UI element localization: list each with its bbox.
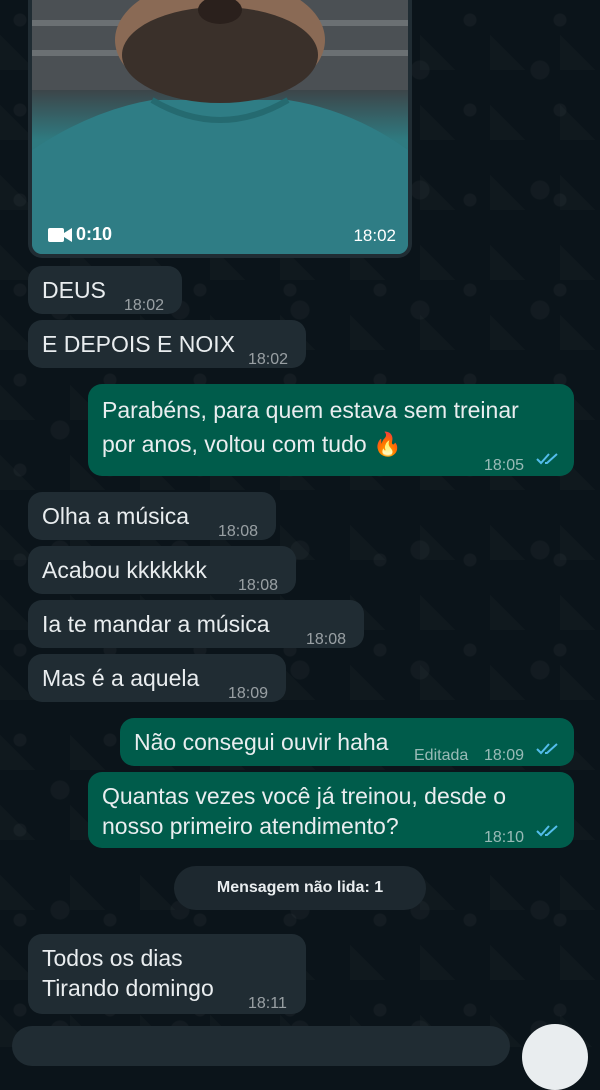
message-text: E DEPOIS E NOIX	[42, 331, 235, 357]
message-text-line1: Quantas vezes você já treinou, desde o	[102, 783, 507, 809]
incoming-message[interactable]: Todos os dias Tirando domingo 18:11	[28, 934, 306, 1014]
message-text: Não consegui ouvir haha	[134, 729, 389, 755]
message-text-line2: por anos, voltou com tudo 🔥	[102, 431, 402, 457]
message-time: 18:11	[248, 995, 287, 1012]
message-time: 18:08	[238, 577, 279, 594]
message-time: 18:09	[484, 747, 525, 764]
outgoing-message[interactable]: Quantas vezes você já treinou, desde o n…	[88, 772, 574, 848]
message-input-bar[interactable]	[12, 1026, 510, 1066]
message-text: Ia te mandar a música	[42, 611, 270, 637]
video-camera-icon	[48, 228, 72, 242]
message-text: DEUS	[42, 277, 106, 303]
message-time: 18:02	[124, 297, 165, 314]
message-time: 18:08	[218, 523, 259, 540]
incoming-message[interactable]: Olha a música 18:08	[28, 492, 276, 540]
message-time: 18:10	[484, 829, 525, 846]
read-double-check-icon	[536, 743, 558, 755]
message-text-line2: nosso primeiro atendimento?	[102, 813, 399, 839]
video-message[interactable]: 0:10 18:02	[28, 0, 412, 258]
message-time: 18:08	[306, 631, 347, 648]
message-text: Acabou kkkkkkk	[42, 557, 207, 583]
video-thumbnail[interactable]: 0:10 18:02	[32, 0, 408, 254]
read-double-check-icon	[536, 453, 558, 465]
send-button[interactable]	[522, 1024, 588, 1090]
message-text: Mas é a aquela	[42, 665, 200, 691]
message-text-line2: Tirando domingo	[42, 975, 214, 1001]
message-time: 18:02	[353, 226, 396, 245]
video-duration: 0:10	[76, 224, 113, 244]
edited-label: Editada	[414, 747, 469, 764]
message-text: Olha a música	[42, 503, 190, 529]
outgoing-message[interactable]: Parabéns, para quem estava sem treinar p…	[88, 384, 574, 476]
outgoing-message[interactable]: Não consegui ouvir haha Editada 18:09	[120, 718, 574, 766]
message-text-line1: Todos os dias	[42, 945, 183, 971]
message-time: 18:05	[484, 457, 525, 474]
unread-messages-divider: Mensagem não lida: 1	[174, 866, 426, 910]
message-time: 18:02	[248, 351, 289, 368]
message-text-line1: Parabéns, para quem estava sem treinar	[102, 397, 519, 423]
message-time: 18:09	[228, 685, 269, 702]
incoming-message[interactable]: Acabou kkkkkkk 18:08	[28, 546, 296, 594]
incoming-message[interactable]: DEUS 18:02	[28, 266, 182, 314]
incoming-message[interactable]: E DEPOIS E NOIX 18:02	[28, 320, 306, 368]
read-double-check-icon	[536, 825, 558, 837]
incoming-message[interactable]: Mas é a aquela 18:09	[28, 654, 286, 702]
person-photo	[32, 0, 408, 254]
incoming-message[interactable]: Ia te mandar a música 18:08	[28, 600, 364, 648]
